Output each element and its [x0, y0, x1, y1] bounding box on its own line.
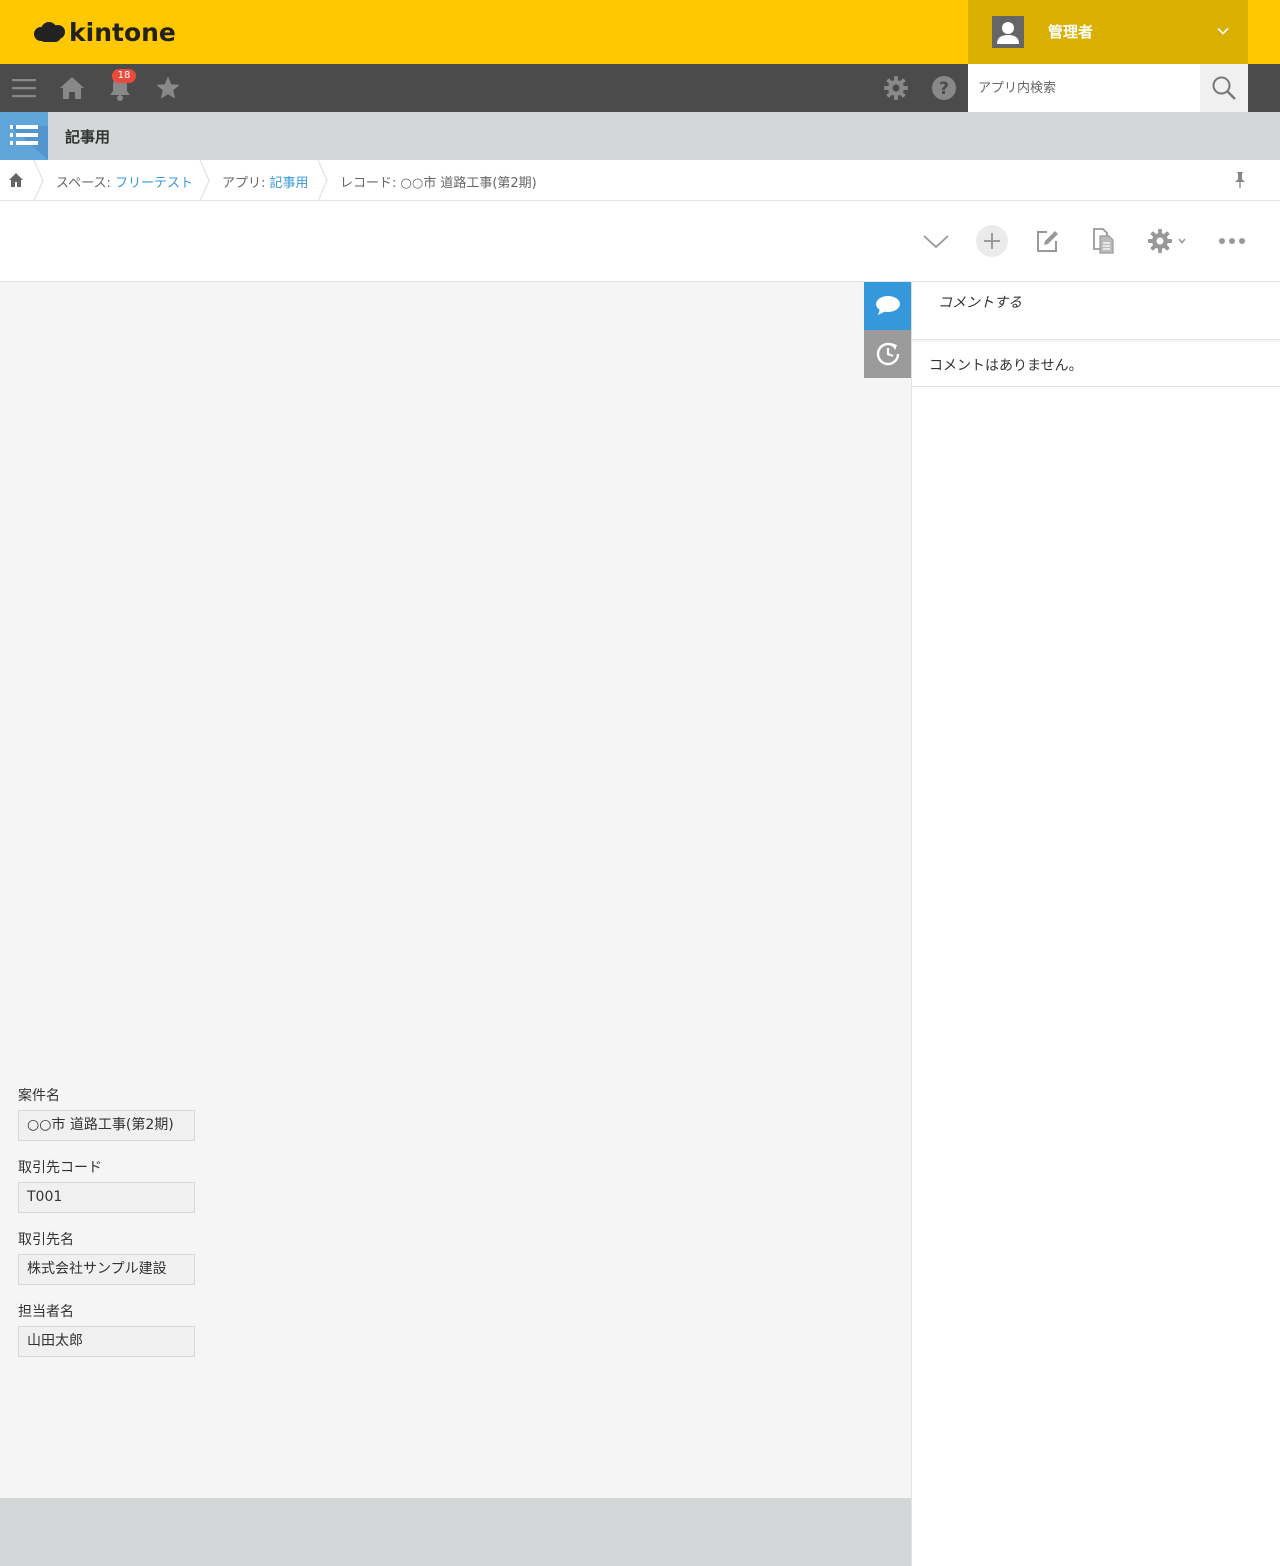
history-icon	[876, 342, 900, 366]
user-avatar-icon	[992, 16, 1024, 48]
star-icon	[156, 76, 180, 99]
breadcrumb: スペース: フリーテスト アプリ: 記事用 レコード: ○○市 道路工事(第2期…	[0, 160, 1280, 201]
history-tab[interactable]	[864, 330, 912, 378]
comments-panel: コメントする コメントはありません。	[911, 282, 1280, 1566]
expand-button[interactable]	[916, 221, 956, 261]
breadcrumb-app: アプリ: 記事用	[222, 172, 309, 191]
ellipsis-icon	[1219, 238, 1245, 244]
field-value: 山田太郎	[18, 1326, 195, 1357]
chevron-down-icon	[1178, 238, 1186, 244]
field-label: 案件名	[18, 1088, 60, 1104]
field-label: 担当者名	[18, 1304, 74, 1320]
breadcrumb-app-link[interactable]: 記事用	[270, 176, 309, 191]
help-button[interactable]: ?	[920, 64, 968, 112]
breadcrumb-space-prefix: スペース:	[56, 176, 115, 191]
help-icon: ?	[932, 76, 956, 100]
edit-icon	[1037, 231, 1058, 252]
cloud-logo-icon	[34, 21, 66, 43]
breadcrumb-space-link[interactable]: フリーテスト	[115, 176, 193, 191]
record-toolbar	[0, 201, 1280, 282]
home-icon[interactable]	[8, 172, 24, 188]
breadcrumb-record: レコード: ○○市 道路工事(第2期)	[340, 176, 537, 191]
app-header: 記事用	[0, 112, 1280, 160]
record-settings-button[interactable]	[1142, 221, 1192, 261]
footer-band	[0, 1498, 911, 1566]
search-icon	[1212, 76, 1236, 100]
field-value: T001	[18, 1182, 195, 1213]
notification-badge: 18	[112, 69, 136, 83]
record-field: 取引先名 株式会社サンプル建設	[18, 1230, 195, 1285]
more-options-button[interactable]	[1214, 221, 1250, 261]
field-value: 株式会社サンプル建設	[18, 1254, 195, 1285]
edit-record-button[interactable]	[1030, 221, 1064, 261]
app-list-icon[interactable]	[0, 112, 48, 160]
breadcrumb-separator	[33, 160, 44, 201]
user-menu[interactable]: 管理者	[968, 0, 1248, 64]
field-value: ○○市 道路工事(第2期)	[18, 1110, 195, 1141]
favorites-button[interactable]	[144, 64, 192, 112]
logo-text: kintone	[69, 17, 176, 47]
breadcrumb-separator	[199, 160, 210, 201]
duplicate-record-button[interactable]	[1086, 221, 1120, 261]
add-record-button[interactable]	[974, 221, 1010, 261]
comments-tab[interactable]	[864, 282, 912, 330]
record-field: 案件名 ○○市 道路工事(第2期)	[18, 1086, 195, 1141]
breadcrumb-separator	[317, 160, 328, 201]
pin-icon[interactable]	[1233, 171, 1247, 189]
field-label: 取引先名	[18, 1232, 74, 1248]
gear-icon	[1148, 229, 1172, 253]
comment-icon	[876, 296, 900, 315]
home-icon	[60, 77, 84, 99]
settings-button[interactable]	[872, 64, 920, 112]
user-name: 管理者	[1048, 23, 1094, 41]
chevron-down-icon	[923, 235, 949, 249]
record-detail-area	[0, 282, 911, 1566]
comment-placeholder: コメントする	[938, 295, 1022, 311]
chevron-down-icon	[1217, 27, 1229, 35]
app-search-input[interactable]	[968, 64, 1200, 112]
svg-text:?: ?	[939, 79, 949, 99]
menu-button[interactable]	[0, 64, 48, 112]
top-header: kintone 管理者	[0, 0, 1280, 64]
breadcrumb-app-prefix: アプリ:	[222, 176, 270, 191]
plus-icon	[976, 225, 1008, 257]
record-field: 担当者名 山田太郎	[18, 1302, 195, 1357]
record-field: 取引先コード T001	[18, 1158, 195, 1213]
breadcrumb-space: スペース: フリーテスト	[56, 172, 193, 191]
copy-icon	[1093, 228, 1114, 254]
kintone-logo[interactable]: kintone	[34, 14, 176, 50]
home-button[interactable]	[48, 64, 96, 112]
gear-icon	[884, 76, 908, 100]
global-nav: 18 ?	[0, 64, 1280, 112]
hamburger-icon	[12, 79, 36, 98]
search-button[interactable]	[1200, 64, 1248, 112]
field-label: 取引先コード	[18, 1160, 102, 1176]
no-comments-message: コメントはありません。	[912, 340, 1280, 387]
comment-input[interactable]: コメントする	[912, 282, 1280, 340]
app-title[interactable]: 記事用	[65, 126, 110, 147]
